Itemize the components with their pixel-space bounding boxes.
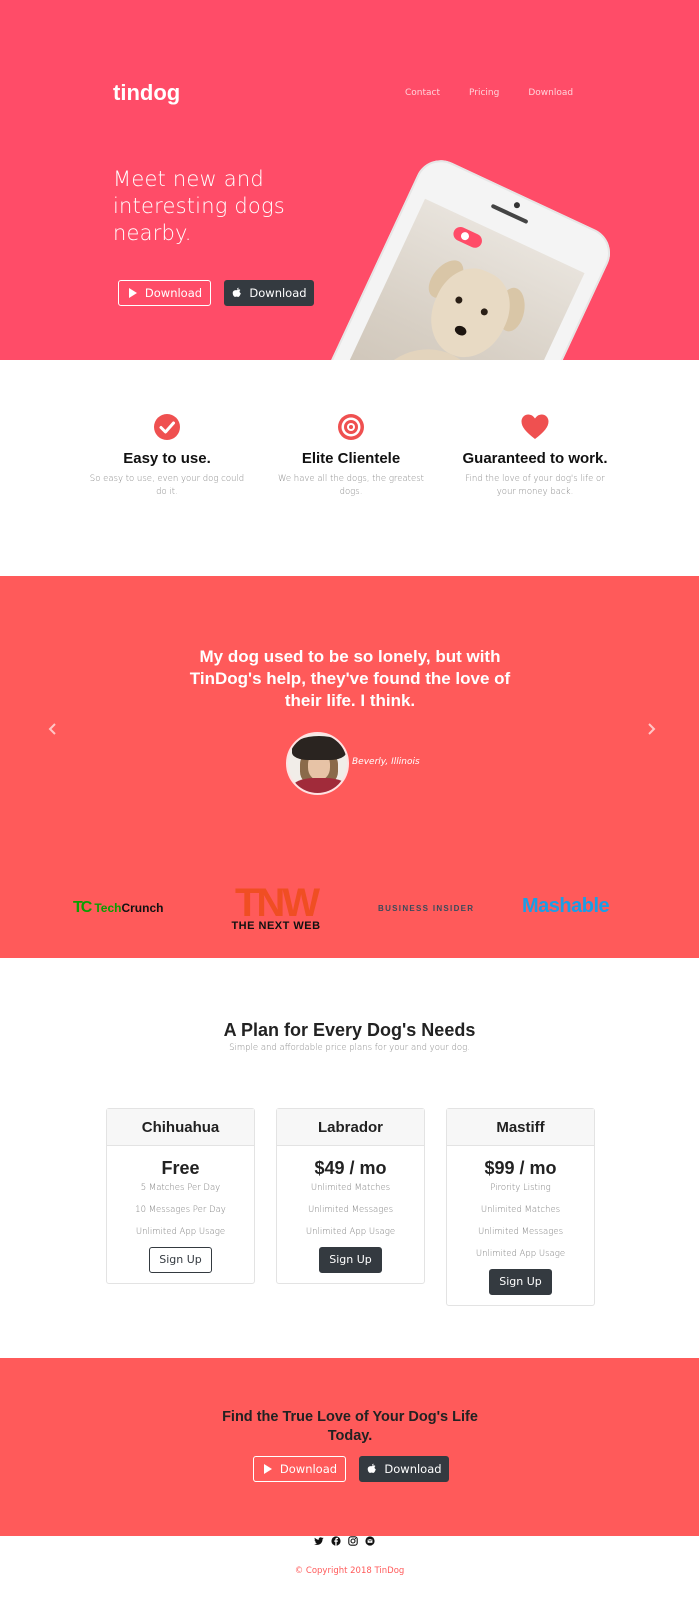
sign-up-button[interactable]: Sign Up xyxy=(489,1269,552,1295)
feature-elite-clientele: Elite Clientele We have all the dogs, th… xyxy=(271,412,431,499)
social-links xyxy=(314,1536,375,1546)
pricing-card-mastiff: Mastiff $99 / mo Pirority Listing Unlimi… xyxy=(446,1108,595,1306)
techcrunch-word-a: Tech xyxy=(94,901,122,915)
main-nav: Contact Pricing Download xyxy=(405,88,602,98)
plan-features: Unlimited Matches Unlimited Messages Unl… xyxy=(277,1177,424,1243)
cta-section: Find the True Love of Your Dog's Life To… xyxy=(0,1358,699,1536)
feature-title: Elite Clientele xyxy=(301,450,401,467)
sign-up-button[interactable]: Sign Up xyxy=(319,1247,382,1273)
brand-logo[interactable]: tindog xyxy=(113,80,180,106)
techcrunch-word-b: Crunch xyxy=(121,901,164,915)
plan-feature: Unlimited Messages xyxy=(477,1227,564,1237)
plan-feature: 10 Messages Per Day xyxy=(135,1205,226,1215)
features-section: Easy to use. So easy to use, even your d… xyxy=(0,360,699,576)
copyright-text: © Copyright 2018 TinDog xyxy=(294,1566,405,1576)
nav-contact[interactable]: Contact xyxy=(405,88,440,98)
feature-guaranteed: Guaranteed to work. Find the love of you… xyxy=(455,412,615,499)
plan-feature: Unlimited App Usage xyxy=(475,1249,566,1259)
plan-price: Free xyxy=(161,1158,200,1178)
plan-feature: Unlimited App Usage xyxy=(305,1227,396,1237)
plan-features: Pirority Listing Unlimited Matches Unlim… xyxy=(447,1177,594,1265)
chevron-right-icon[interactable] xyxy=(644,722,658,736)
plan-name: Chihuahua xyxy=(107,1109,254,1146)
tnw-logo: TNW THE NEXT WEB xyxy=(224,881,328,932)
techcrunch-mark: TC xyxy=(73,899,92,916)
google-play-icon xyxy=(128,288,137,298)
testimonial-quote: My dog used to be so lonely, but with Ti… xyxy=(189,647,511,710)
twitter-icon[interactable] xyxy=(314,1536,324,1546)
cta-title: Find the True Love of Your Dog's Life To… xyxy=(222,1409,478,1444)
iphone-image xyxy=(301,151,619,360)
google-play-download-button[interactable]: Download xyxy=(253,1456,346,1482)
tnw-mark: TNW xyxy=(234,881,320,925)
pricing-card-labrador: Labrador $49 / mo Unlimited Matches Unli… xyxy=(276,1108,425,1284)
hero-title: Meet new and interesting dogs nearby. xyxy=(113,167,285,245)
google-play-icon xyxy=(263,1464,272,1474)
plan-feature: Unlimited Messages xyxy=(307,1205,394,1215)
feature-text: We have all the dogs, the greatest dogs. xyxy=(277,474,425,497)
mashable-logo: Mashable xyxy=(522,895,610,917)
testimonial-author: Beverly, Illinois xyxy=(352,757,420,767)
plan-feature: Pirority Listing xyxy=(490,1183,551,1193)
plan-price: $49 / mo xyxy=(314,1158,387,1178)
check-circle-icon xyxy=(154,414,180,440)
app-store-download-button[interactable]: Download xyxy=(224,280,314,306)
apple-icon xyxy=(233,287,242,297)
techcrunch-logo: TC TechCrunch xyxy=(73,899,163,917)
email-icon[interactable] xyxy=(365,1536,375,1546)
dog-photo xyxy=(323,198,585,360)
feature-easy-to-use: Easy to use. So easy to use, even your d… xyxy=(87,412,247,499)
apple-icon xyxy=(368,1463,377,1473)
pricing-title: A Plan for Every Dog's Needs xyxy=(223,1020,476,1040)
plan-feature: Unlimited Matches xyxy=(310,1183,391,1193)
feature-title: Guaranteed to work. xyxy=(462,450,608,467)
facebook-icon[interactable] xyxy=(331,1536,341,1546)
google-play-download-label: Download xyxy=(144,286,203,300)
instagram-icon[interactable] xyxy=(348,1536,358,1546)
app-store-download-label: Download xyxy=(384,1462,442,1476)
sign-up-button[interactable]: Sign Up xyxy=(149,1247,212,1273)
testimonial-avatar xyxy=(286,732,349,795)
plan-name: Mastiff xyxy=(447,1109,594,1146)
plan-feature: Unlimited Matches xyxy=(480,1205,561,1215)
nav-pricing[interactable]: Pricing xyxy=(469,88,499,98)
testimonials-section: My dog used to be so lonely, but with Ti… xyxy=(0,576,699,958)
plan-features: 5 Matches Per Day 10 Messages Per Day Un… xyxy=(107,1177,254,1243)
feature-text: Find the love of your dog's life or your… xyxy=(465,474,605,497)
feature-text: So easy to use, even your dog could do i… xyxy=(89,474,245,497)
plan-feature: Unlimited App Usage xyxy=(135,1227,226,1237)
app-store-download-button[interactable]: Download xyxy=(359,1456,449,1482)
plan-price: $99 / mo xyxy=(484,1158,557,1178)
nav-download[interactable]: Download xyxy=(528,88,573,98)
feature-title: Easy to use. xyxy=(123,450,211,467)
heart-icon xyxy=(521,414,549,439)
pricing-subtitle: Simple and affordable price plans for yo… xyxy=(229,1043,470,1053)
tnw-text: THE NEXT WEB xyxy=(231,920,321,932)
google-play-download-button[interactable]: Download xyxy=(118,280,211,306)
google-play-download-label: Download xyxy=(279,1462,338,1476)
business-insider-logo: BUSINESS INSIDER xyxy=(378,904,475,913)
plan-name: Labrador xyxy=(277,1109,424,1146)
plan-feature: 5 Matches Per Day xyxy=(140,1183,221,1193)
pricing-section: A Plan for Every Dog's Needs Simple and … xyxy=(0,958,699,1358)
footer: © Copyright 2018 TinDog xyxy=(0,1536,699,1600)
bullseye-icon xyxy=(338,414,364,440)
app-store-download-label: Download xyxy=(249,286,307,300)
title-section: tindog Contact Pricing Download Meet new… xyxy=(0,0,699,360)
pricing-card-chihuahua: Chihuahua Free 5 Matches Per Day 10 Mess… xyxy=(106,1108,255,1284)
chevron-left-icon[interactable] xyxy=(46,722,60,736)
